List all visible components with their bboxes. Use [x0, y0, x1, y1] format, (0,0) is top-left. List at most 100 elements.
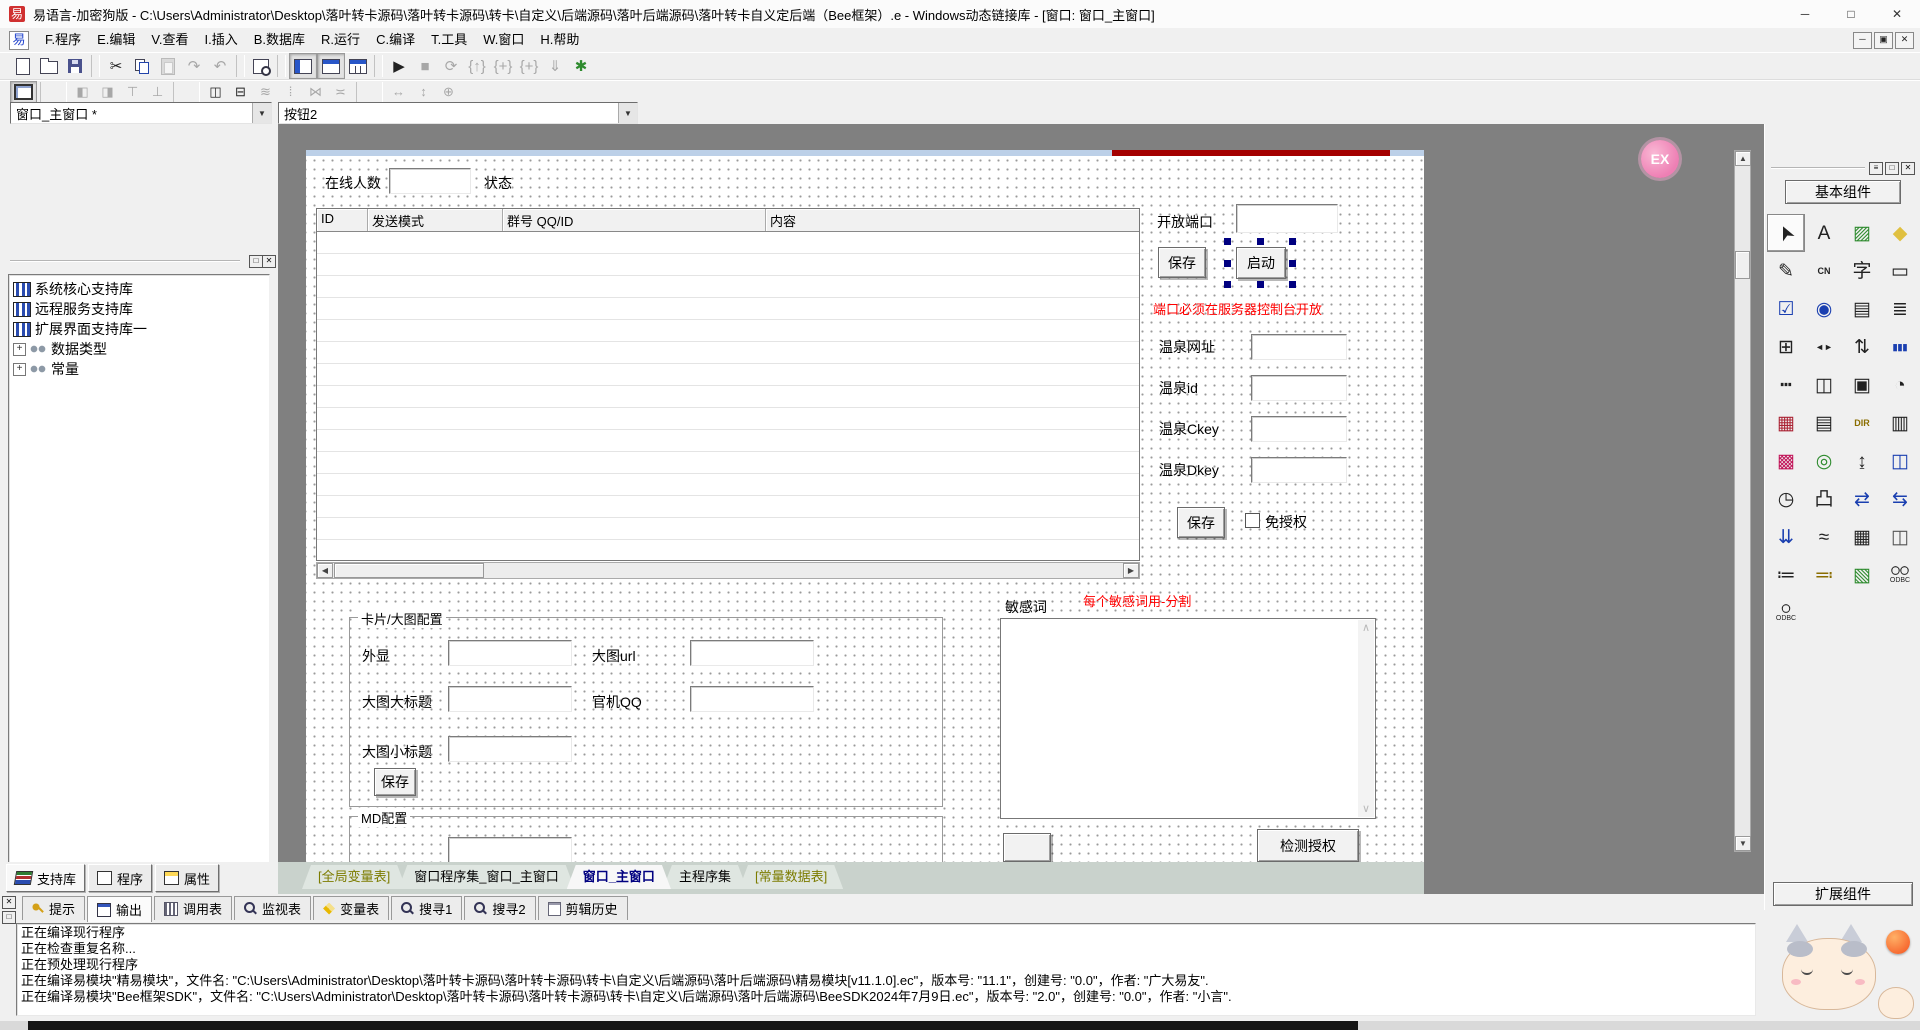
basic-components-button[interactable]: 基本组件	[1785, 180, 1901, 204]
selection-handle[interactable]	[1289, 260, 1296, 267]
tree-item-remote-service-lib[interactable]: 远程服务支持库	[11, 299, 267, 319]
split-panel-icon[interactable]: ◫	[1881, 518, 1919, 556]
tab-constants-table[interactable]: [常量数据表]	[739, 865, 843, 889]
layout-grid-pane-button[interactable]	[345, 54, 371, 78]
plugin-bee-button[interactable]: ✱	[568, 54, 594, 78]
scrollbar-thumb[interactable]	[1735, 251, 1750, 279]
selection-handle[interactable]	[1257, 238, 1264, 245]
file-list-icon[interactable]: ≔	[1767, 556, 1805, 594]
menu-window[interactable]: W.窗口	[475, 29, 532, 51]
center-vertical-button[interactable]: ⊟	[228, 82, 253, 102]
space-across-button[interactable]: ≋	[253, 82, 278, 102]
layout-top-pane-button[interactable]	[317, 53, 345, 79]
close-button[interactable]: ✕	[1874, 0, 1920, 28]
server-socket-icon[interactable]: ⇆	[1881, 480, 1919, 518]
selection-handle[interactable]	[1289, 238, 1296, 245]
panel-close-icon[interactable]: ✕	[262, 255, 276, 268]
picture-box-icon[interactable]: ▨	[1843, 214, 1881, 252]
ruler-icon[interactable]: ┅	[1767, 366, 1805, 404]
tree-item-extended-ui-lib[interactable]: 扩展界面支持库一	[11, 319, 267, 339]
rich-edit-icon[interactable]: ▤	[1805, 404, 1843, 442]
message-listview[interactable]: ID 发送模式 群号 QQ/ID 内容	[316, 208, 1140, 561]
scroll-up-icon[interactable]: ▲	[1735, 151, 1751, 166]
debug-refresh-button[interactable]: ⟳	[438, 54, 464, 78]
com-port-icon[interactable]: ≈	[1805, 518, 1843, 556]
dir-box-icon[interactable]: DIR	[1843, 404, 1881, 442]
big-image-subtitle-input[interactable]	[448, 736, 572, 762]
listview-horizontal-scrollbar[interactable]: ◀ ▶	[316, 562, 1140, 579]
animation-box-icon[interactable]: ▣	[1843, 366, 1881, 404]
menu-view[interactable]: V.查看	[143, 29, 196, 51]
tree-item-constants[interactable]: + 常量	[11, 359, 267, 379]
database-search-button[interactable]	[248, 54, 274, 78]
odbc-source-icon[interactable]: 〇 ODBC	[1767, 594, 1805, 632]
progress-bar-icon[interactable]: ▮▮▮	[1881, 328, 1919, 366]
printer-icon[interactable]: 凸	[1805, 480, 1843, 518]
tab-search1[interactable]: 搜寻1	[391, 896, 462, 920]
panel-menu-icon[interactable]: ≡	[1869, 162, 1883, 175]
port-save-button[interactable]: 保存	[1158, 247, 1206, 278]
document-icon[interactable]: ▥	[1881, 404, 1919, 442]
list-box-icon[interactable]: ≣	[1881, 290, 1919, 328]
control-selector-combobox[interactable]: 按钮2 ▼	[278, 102, 638, 124]
listview-column-header[interactable]: 发送模式	[368, 209, 503, 231]
panel-restore-icon[interactable]: □	[249, 255, 263, 268]
equal-horizontal-gap-button[interactable]: ⋈	[303, 82, 328, 102]
timer-icon[interactable]: ◷	[1767, 480, 1805, 518]
form-designer-canvas[interactable]: 在线人数 状态 ID 发送模式 群号 QQ/ID 内容 ◀ ▶	[306, 150, 1424, 862]
layout-left-pane-button[interactable]	[289, 53, 317, 79]
check-auth-button[interactable]: 检测授权	[1257, 829, 1359, 862]
align-top-button[interactable]: ⊤	[120, 82, 145, 102]
window-selector-combobox[interactable]: 窗口_主窗口 * ▼	[10, 102, 272, 124]
calendar-grid-icon[interactable]: ▦	[1767, 404, 1805, 442]
start-button[interactable]: 启动	[1236, 247, 1286, 279]
form-designer-button[interactable]	[10, 81, 37, 103]
selection-handle[interactable]	[1224, 281, 1231, 288]
menu-run[interactable]: R.运行	[313, 29, 368, 51]
scrollbar-thumb[interactable]	[334, 563, 484, 578]
file-transfer-icon[interactable]: ⇊	[1767, 518, 1805, 556]
scroll-right-icon[interactable]: ▶	[1123, 563, 1139, 578]
client-socket-icon[interactable]: ⇄	[1843, 480, 1881, 518]
menu-help[interactable]: H.帮助	[532, 29, 587, 51]
free-auth-checkbox[interactable]	[1245, 513, 1260, 528]
new-file-button[interactable]	[10, 54, 36, 78]
menu-program[interactable]: F.程序	[37, 29, 89, 51]
panel-close-icon[interactable]: ✕	[1901, 162, 1915, 175]
edit-vertical-scrollbar[interactable]: ∧ ∨	[1358, 620, 1374, 817]
tree-expand-icon[interactable]: +	[13, 343, 26, 356]
static-text-icon[interactable]: 字	[1843, 252, 1881, 290]
mdi-restore-button[interactable]: ▣	[1874, 32, 1893, 49]
selection-handle[interactable]	[1224, 260, 1231, 267]
panel-grip[interactable]	[1771, 167, 1865, 169]
compile-output-log[interactable]: 正在编译现行程序 正在检查重复名称... 正在预处理现行程序 正在编译易模块"精…	[16, 923, 1756, 1016]
open-file-button[interactable]	[36, 54, 62, 78]
online-count-input[interactable]	[389, 168, 471, 194]
panel-grip[interactable]	[10, 260, 240, 262]
breakpoint-button[interactable]: ⇓	[542, 54, 568, 78]
tab-window-program-set[interactable]: 窗口程序集_窗口_主窗口	[398, 865, 574, 889]
tree-item-data-types[interactable]: + 数据类型	[11, 339, 267, 359]
updown-icon[interactable]: ⇅	[1843, 328, 1881, 366]
selection-handle[interactable]	[1224, 238, 1231, 245]
tab-watch-table[interactable]: 监视表	[234, 896, 311, 920]
step-over-button[interactable]: {+}	[490, 54, 516, 78]
md-config-input[interactable]	[448, 837, 572, 862]
sensitive-words-edit[interactable]: ∧ ∨	[1000, 618, 1376, 819]
frame-icon[interactable]: ▭	[1881, 252, 1919, 290]
menu-edit[interactable]: E.编辑	[89, 29, 143, 51]
listview-body[interactable]	[317, 232, 1139, 560]
odbc-db-icon[interactable]: 〇〇 ODBC	[1881, 556, 1919, 594]
menu-database[interactable]: B.数据库	[246, 29, 313, 51]
hotspring-save-button[interactable]: 保存	[1177, 507, 1225, 538]
maximize-button[interactable]: □	[1828, 0, 1874, 28]
cut-button[interactable]: ✂	[103, 54, 129, 78]
space-down-button[interactable]: ⁞	[278, 82, 303, 102]
combo-box-icon[interactable]: ▤	[1843, 290, 1881, 328]
tab-global-vars[interactable]: [全局变量表]	[302, 865, 406, 889]
exit-updown-icon[interactable]: ↨	[1843, 442, 1881, 480]
redo-button[interactable]: ↷	[181, 54, 207, 78]
hotspring-id-field[interactable]	[1251, 375, 1347, 401]
image-box-icon[interactable]: ▧	[1843, 556, 1881, 594]
checked-list-box-icon[interactable]: ⊞	[1767, 328, 1805, 366]
